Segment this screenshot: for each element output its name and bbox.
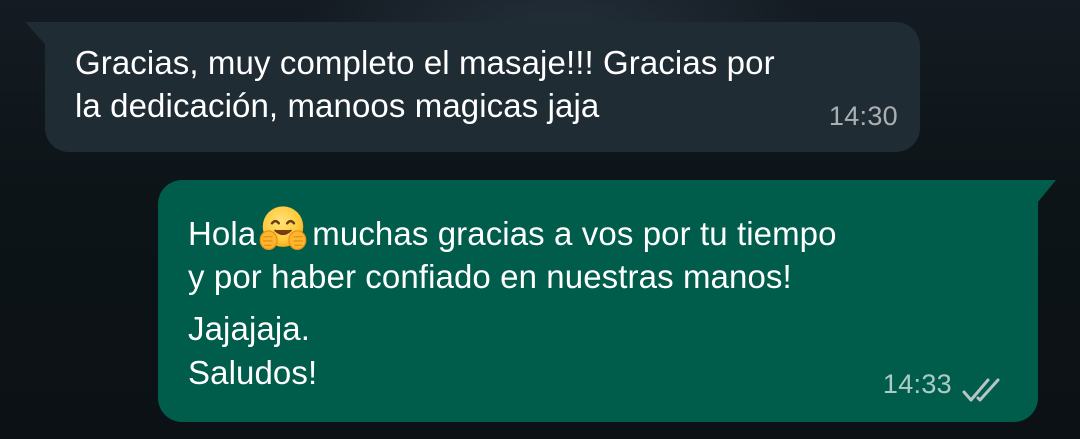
incoming-message-bubble[interactable]: Gracias, muy completo el masaje!!! Graci… [25, 22, 920, 152]
hugging-face-icon [259, 206, 307, 251]
read-double-check-icon [962, 378, 1000, 402]
message-timestamp: 14:30 [828, 101, 898, 131]
message-greeting: Hola [188, 215, 257, 252]
chat-conversation[interactable]: Gracias, muy completo el masaje!!! Graci… [0, 0, 1080, 439]
message-line: y por haber confiado en nuestras manos! [188, 258, 792, 295]
message-line: Gracias, muy completo el masaje!!! Graci… [75, 44, 775, 81]
message-timestamp: 14:33 [882, 369, 952, 399]
outgoing-message-bubble[interactable]: Hola muchas gracias a vos por tu tiempo … [158, 180, 1056, 422]
message-text: Gracias, muy completo el masaje!!! Graci… [75, 41, 890, 127]
message-continuation: muchas gracias a vos por tu tiempo [312, 215, 837, 252]
message-line-first: Hola muchas gracias a vos por tu tiempo [188, 203, 1008, 255]
message-line: la dedicación, manoos magicas jaja [75, 87, 600, 124]
message-line: Jajajaja. [188, 310, 310, 347]
